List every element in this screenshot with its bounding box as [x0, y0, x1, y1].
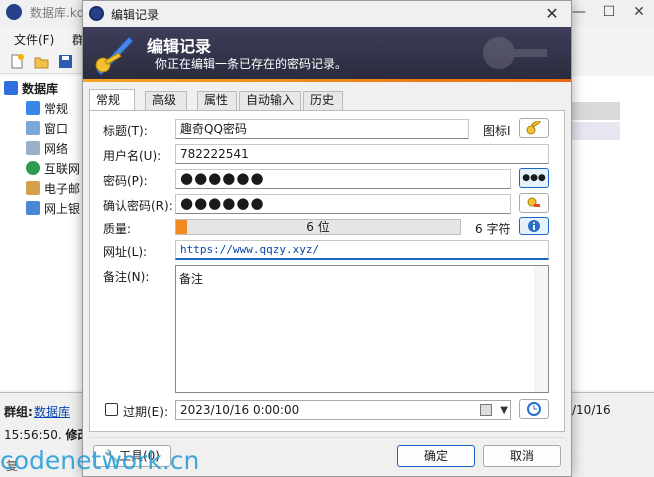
cancel-button[interactable]: 取消 [483, 445, 561, 467]
close-icon[interactable]: ✕ [624, 0, 654, 26]
menu-file[interactable]: 文件(F) [14, 31, 54, 48]
edit-entry-dialog: 编辑记录 ✕ 编辑记录 你正在编辑一条已存在的密码记录。 常规 高级 属性 自动… [82, 0, 572, 477]
tree-item-windows[interactable]: 窗口 [26, 118, 68, 138]
expiry-presets-button[interactable] [519, 399, 549, 419]
group-tree: 数据库 常规 窗口 网络 互联网 电子邮 网上银 [0, 76, 84, 390]
folder-icon [26, 101, 40, 115]
modified-time: 15:56:50. 修改 [4, 426, 90, 443]
tree-item-general[interactable]: 常规 [26, 98, 68, 118]
close-icon[interactable]: ✕ [539, 3, 565, 25]
server-icon [26, 141, 40, 155]
clock-icon [527, 402, 541, 416]
title-field[interactable]: 趣奇QQ密码 [175, 119, 469, 139]
list-item[interactable] [572, 122, 620, 140]
tree-item-network[interactable]: 网络 [26, 138, 68, 158]
quality-bar: 6 位 [175, 219, 461, 235]
tree-item-label: 网络 [44, 141, 69, 156]
folder-open-icon [4, 81, 18, 95]
icon-picker-button[interactable] [519, 118, 549, 138]
info-icon [528, 220, 540, 232]
username-field[interactable]: 782222541 [175, 144, 549, 164]
key-pen-icon [95, 36, 134, 76]
expiry-label: 过期(E): [123, 405, 168, 419]
tree-item-label: 网上银 [44, 201, 81, 216]
globe-icon [26, 161, 40, 175]
lock-icon [6, 4, 22, 20]
entry-list [572, 76, 654, 390]
generate-password-button[interactable] [519, 193, 549, 213]
chevron-down-icon[interactable]: ▼ [500, 402, 508, 420]
open-folder-icon[interactable] [34, 54, 49, 69]
banner-title: 编辑记录 [147, 37, 212, 56]
window-controls: — ☐ ✕ [564, 0, 654, 26]
tree-item-banking[interactable]: 网上银 [26, 198, 80, 218]
url-field[interactable]: https://www.qqzy.xyz/ [175, 240, 549, 260]
time-text: 15:56:50. [4, 428, 62, 442]
expiry-checkbox[interactable] [105, 403, 118, 416]
window-icon [26, 121, 40, 135]
calendar-icon[interactable] [480, 404, 492, 416]
url-label: 网址(L): [103, 245, 148, 259]
ok-button[interactable]: 确定 [397, 445, 475, 467]
title-label: 标题(T): [103, 124, 148, 138]
banner-accent-strip [83, 79, 571, 82]
tree-item-label: 常规 [44, 101, 69, 116]
tree-item-label: 互联网 [44, 161, 81, 176]
tab-auto-type[interactable]: 自动输入 [239, 91, 301, 110]
maximize-icon[interactable]: ☐ [594, 0, 624, 26]
notes-label: 备注(N): [103, 270, 150, 284]
quality-chars: 6 字符 [475, 222, 511, 236]
show-password-button[interactable]: ●●● [519, 168, 549, 188]
confirm-password-label: 确认密码(R): [103, 199, 173, 213]
tree-item-email[interactable]: 电子邮 [26, 178, 80, 198]
tree-item-label: 数据库 [22, 81, 59, 96]
tree-item-internet[interactable]: 互联网 [26, 158, 80, 178]
tab-advanced[interactable]: 高级 [145, 91, 187, 110]
percent-icon [26, 201, 40, 215]
new-file-icon[interactable] [10, 54, 25, 69]
main-toolbar [0, 50, 84, 74]
quality-label: 质量: [103, 222, 132, 236]
right-date: /10/16 [572, 403, 611, 417]
lock-icon [89, 6, 104, 21]
key-generate-icon [527, 197, 540, 207]
mail-icon [26, 181, 40, 195]
footer-separator [89, 437, 565, 438]
banner-subtitle: 你正在编辑一条已存在的密码记录。 [155, 57, 348, 71]
expiry-datetime-picker[interactable]: 2023/10/16 0:00:00 ▼ [175, 400, 511, 420]
dialog-banner: 编辑记录 你正在编辑一条已存在的密码记录。 [83, 27, 571, 79]
notes-scrollbar[interactable] [534, 266, 548, 392]
list-item[interactable] [572, 102, 620, 120]
tab-general[interactable]: 常规 [89, 89, 135, 111]
dialog-titlebar: 编辑记录 ✕ [83, 1, 571, 27]
icon-label: 图标I [483, 124, 511, 138]
tree-item-label: 窗口 [44, 121, 69, 136]
notes-textarea[interactable]: 备注 [175, 265, 549, 393]
password-field[interactable]: ●●●●●● [175, 169, 511, 189]
expiry-value: 2023/10/16 0:00:00 [180, 403, 300, 417]
tree-item-label: 电子邮 [44, 181, 81, 196]
username-label: 用户名(U): [103, 149, 162, 163]
tab-properties[interactable]: 属性 [197, 91, 237, 110]
save-icon[interactable] [58, 54, 73, 69]
dialog-title: 编辑记录 [111, 8, 160, 22]
group-label: 群组: [4, 405, 33, 419]
group-link[interactable]: 数据库 [34, 403, 70, 420]
quality-bar-text: 6 位 [306, 220, 330, 234]
main-window-title: 数据库.kd [30, 6, 85, 20]
confirm-password-field[interactable]: ●●●●●● [175, 194, 511, 214]
tab-history[interactable]: 历史 [303, 91, 343, 110]
key-icon [526, 119, 541, 135]
watermark-text: codenetwork.cn [0, 446, 200, 475]
quality-info-button[interactable] [519, 217, 549, 235]
tree-item-database[interactable]: 数据库 [4, 78, 58, 98]
key-watermark-icon [483, 37, 547, 69]
password-label: 密码(P): [103, 174, 148, 188]
notes-text: 备注 [179, 272, 204, 286]
